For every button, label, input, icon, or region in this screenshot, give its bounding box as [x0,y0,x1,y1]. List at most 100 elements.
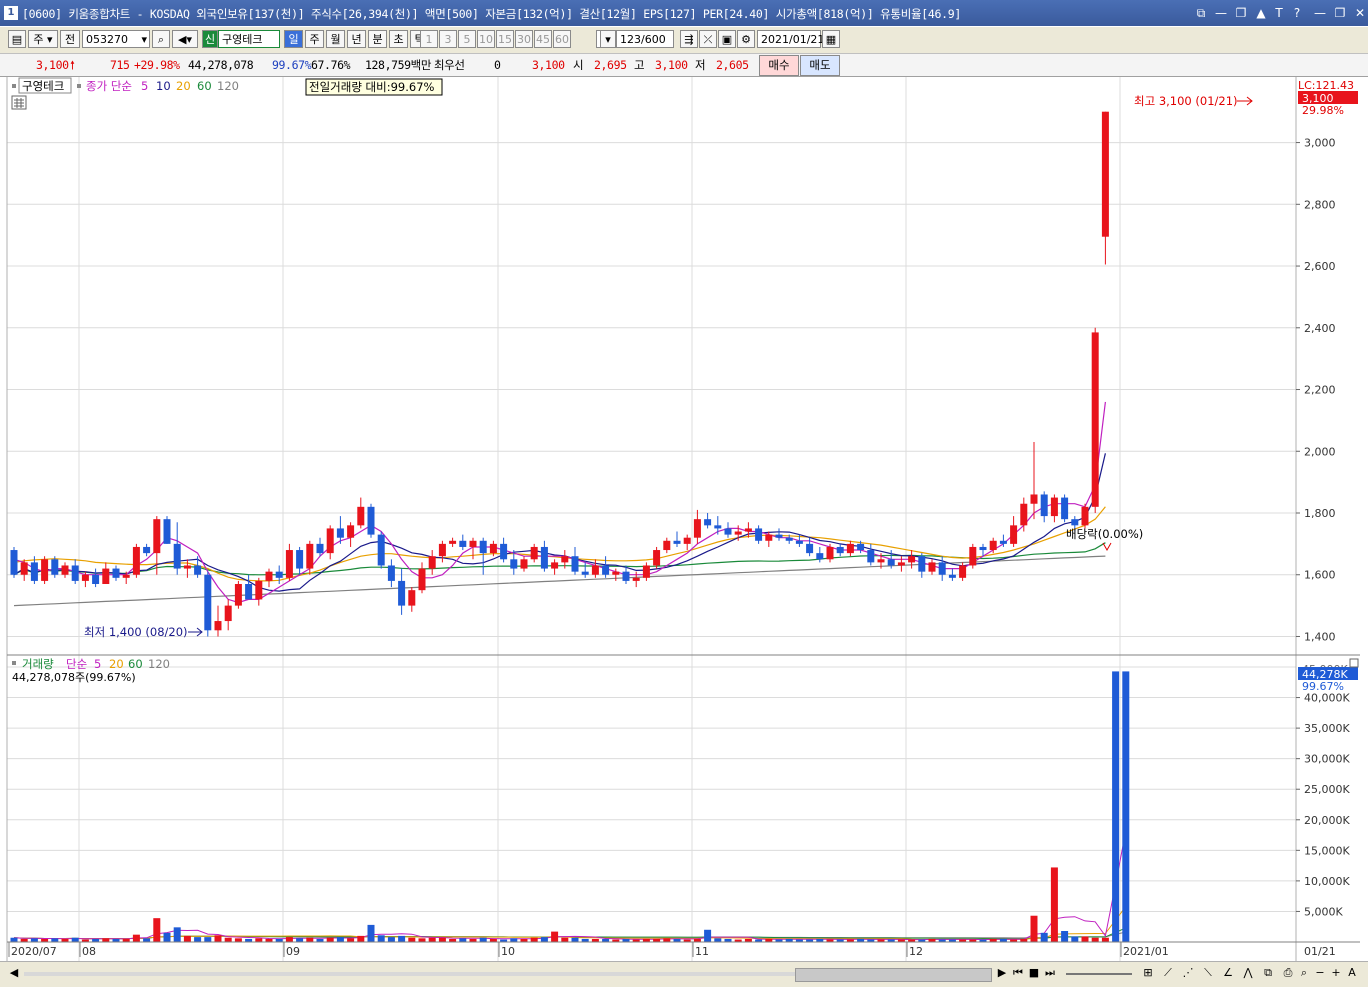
x-tick-label: 10 [501,945,515,958]
sound-icon[interactable]: ◀▾ [172,30,198,48]
candle [326,528,334,554]
date-axis: 2020/07 08 09 10 11 12 2021/01 01/21 [7,941,1360,958]
period-tab-4[interactable]: 분 [368,30,387,48]
ma10-legend: 10 [156,79,171,93]
indicator-icon[interactable]: ⇶ [680,30,698,48]
price-tick-label: 1,800 [1304,507,1336,520]
period-tab-5[interactable]: 초 [389,30,408,48]
interval-button-4[interactable]: 15 [496,30,514,48]
stock-tag[interactable]: 구영테크 [22,79,64,93]
interval-button-5[interactable]: 30 [515,30,533,48]
zoom-in-icon[interactable]: + [1328,965,1344,981]
candle [1020,503,1028,526]
zoom-slider[interactable] [1066,973,1132,975]
rewind-icon[interactable]: ⏮ [1010,965,1026,981]
zoom-icon[interactable]: ⌕ [1296,965,1312,981]
period-tab-0[interactable]: 일 [284,30,303,48]
stop-icon[interactable]: ■ [1026,965,1042,981]
candle [897,562,905,566]
x-last-label: 01/21 [1304,945,1336,958]
interval-button-2[interactable]: 5 [458,30,476,48]
forward-icon[interactable]: ⏭ [1042,965,1058,981]
all-toggle[interactable]: 전 [60,30,80,48]
pin-icon[interactable]: ▲ [1253,5,1269,21]
interval-button-6[interactable]: 45 [534,30,552,48]
table-icon-grid [14,98,24,108]
stock-chart[interactable]: 1,400 1,600 1,800 2,000 2,200 2,400 2,600 2,800… [0,77,1368,961]
font-icon[interactable]: T [1271,5,1287,21]
interval-button-7[interactable]: 60 [553,30,571,48]
play-icon[interactable]: ▶ [994,965,1010,981]
copy-tool-icon[interactable]: ⧉ [1260,965,1276,981]
help-icon[interactable]: ? [1289,5,1305,21]
calendar-icon[interactable]: ▦ [822,30,840,48]
line-tool-icon[interactable]: ⟍ [1200,965,1216,981]
app-icon: 1 [4,6,18,20]
stock-code-input[interactable]: 053270 ▾ [82,30,150,48]
chart-tool-icon[interactable]: ⋀ [1240,965,1256,981]
last-pct-badge: 29.98% [1302,104,1344,117]
stock-name-field[interactable]: 구영테크 [218,30,280,48]
minimize-icon[interactable]: — [1213,5,1229,21]
draw-tool-icon[interactable]: ⊞ [1140,965,1156,981]
volume-value: 44,278,078 [188,58,254,72]
tile-icon[interactable]: ❐ [1233,5,1249,21]
candle [938,562,946,575]
chevron-down-icon[interactable]: ▾ [600,30,616,48]
date-field[interactable]: 2021/01/21 [757,30,824,48]
volume-bar [10,937,18,942]
volume-bar [183,935,191,942]
candle [316,543,324,554]
volume-bar [398,935,406,942]
sell-button[interactable]: 매도 [800,55,840,76]
volume-bar [102,938,110,942]
fib-tool-icon[interactable]: ⋰ [1180,965,1196,981]
crosshair-icon[interactable]: ⤫ [699,30,717,48]
ma-legend-label[interactable]: 종가 단순 [86,79,132,93]
candle [591,565,599,575]
trend-tool-icon[interactable]: ⟋ [1160,965,1176,981]
ma120-legend: 120 [217,79,239,93]
candle [806,543,814,554]
angle-tool-icon[interactable]: ∠ [1220,965,1236,981]
up-arrow-icon: 🠕 [70,58,75,72]
volume-ratio: 99.67% [272,58,312,72]
interval-button-0[interactable]: 1 [420,30,438,48]
scroll-left-icon[interactable]: ◀ [6,965,22,981]
save-icon[interactable]: ▣ [718,30,736,48]
interval-button-1[interactable]: 3 [439,30,457,48]
candle [387,565,395,581]
chevron-down-icon[interactable]: ▾ [141,31,147,49]
search-icon[interactable]: ⌕ [152,30,170,48]
restore-icon[interactable]: ⧉ [1193,5,1209,21]
volume-bar [530,937,538,942]
count-field[interactable]: 123/600 [616,30,674,48]
zoom-out-icon[interactable]: − [1312,965,1328,981]
candle [632,577,640,581]
maximize-icon[interactable]: ❐ [1332,5,1348,21]
interval-button-3[interactable]: 10 [477,30,495,48]
period-tab-3[interactable]: 년 [347,30,366,48]
candle [61,565,69,575]
candle [989,540,997,551]
volume-ma-label[interactable]: 단순 [66,657,87,671]
candle [673,540,681,544]
period-select[interactable]: 주 ▾ [28,30,58,48]
export-icon[interactable]: ⎙ [1280,965,1296,981]
period-tab-2[interactable]: 월 [326,30,345,48]
font-size-icon[interactable]: A [1344,965,1360,981]
close-icon[interactable]: ✕ [1352,5,1368,21]
settings-icon[interactable]: ⚙ [737,30,755,48]
volume-bar [663,938,671,942]
minimize-icon[interactable]: — [1312,5,1328,21]
panel-close-icon[interactable] [1349,658,1359,668]
volume-bar [428,937,436,942]
candle [306,543,314,569]
scroll-thumb[interactable] [795,968,992,982]
buy-button[interactable]: 매수 [759,55,799,76]
candle [816,553,824,560]
volume-label[interactable]: 거래량 [22,657,54,671]
chart-type-icon[interactable]: ▤ [8,30,26,48]
period-tab-1[interactable]: 주 [305,30,324,48]
x-tick-label: 08 [82,945,96,958]
